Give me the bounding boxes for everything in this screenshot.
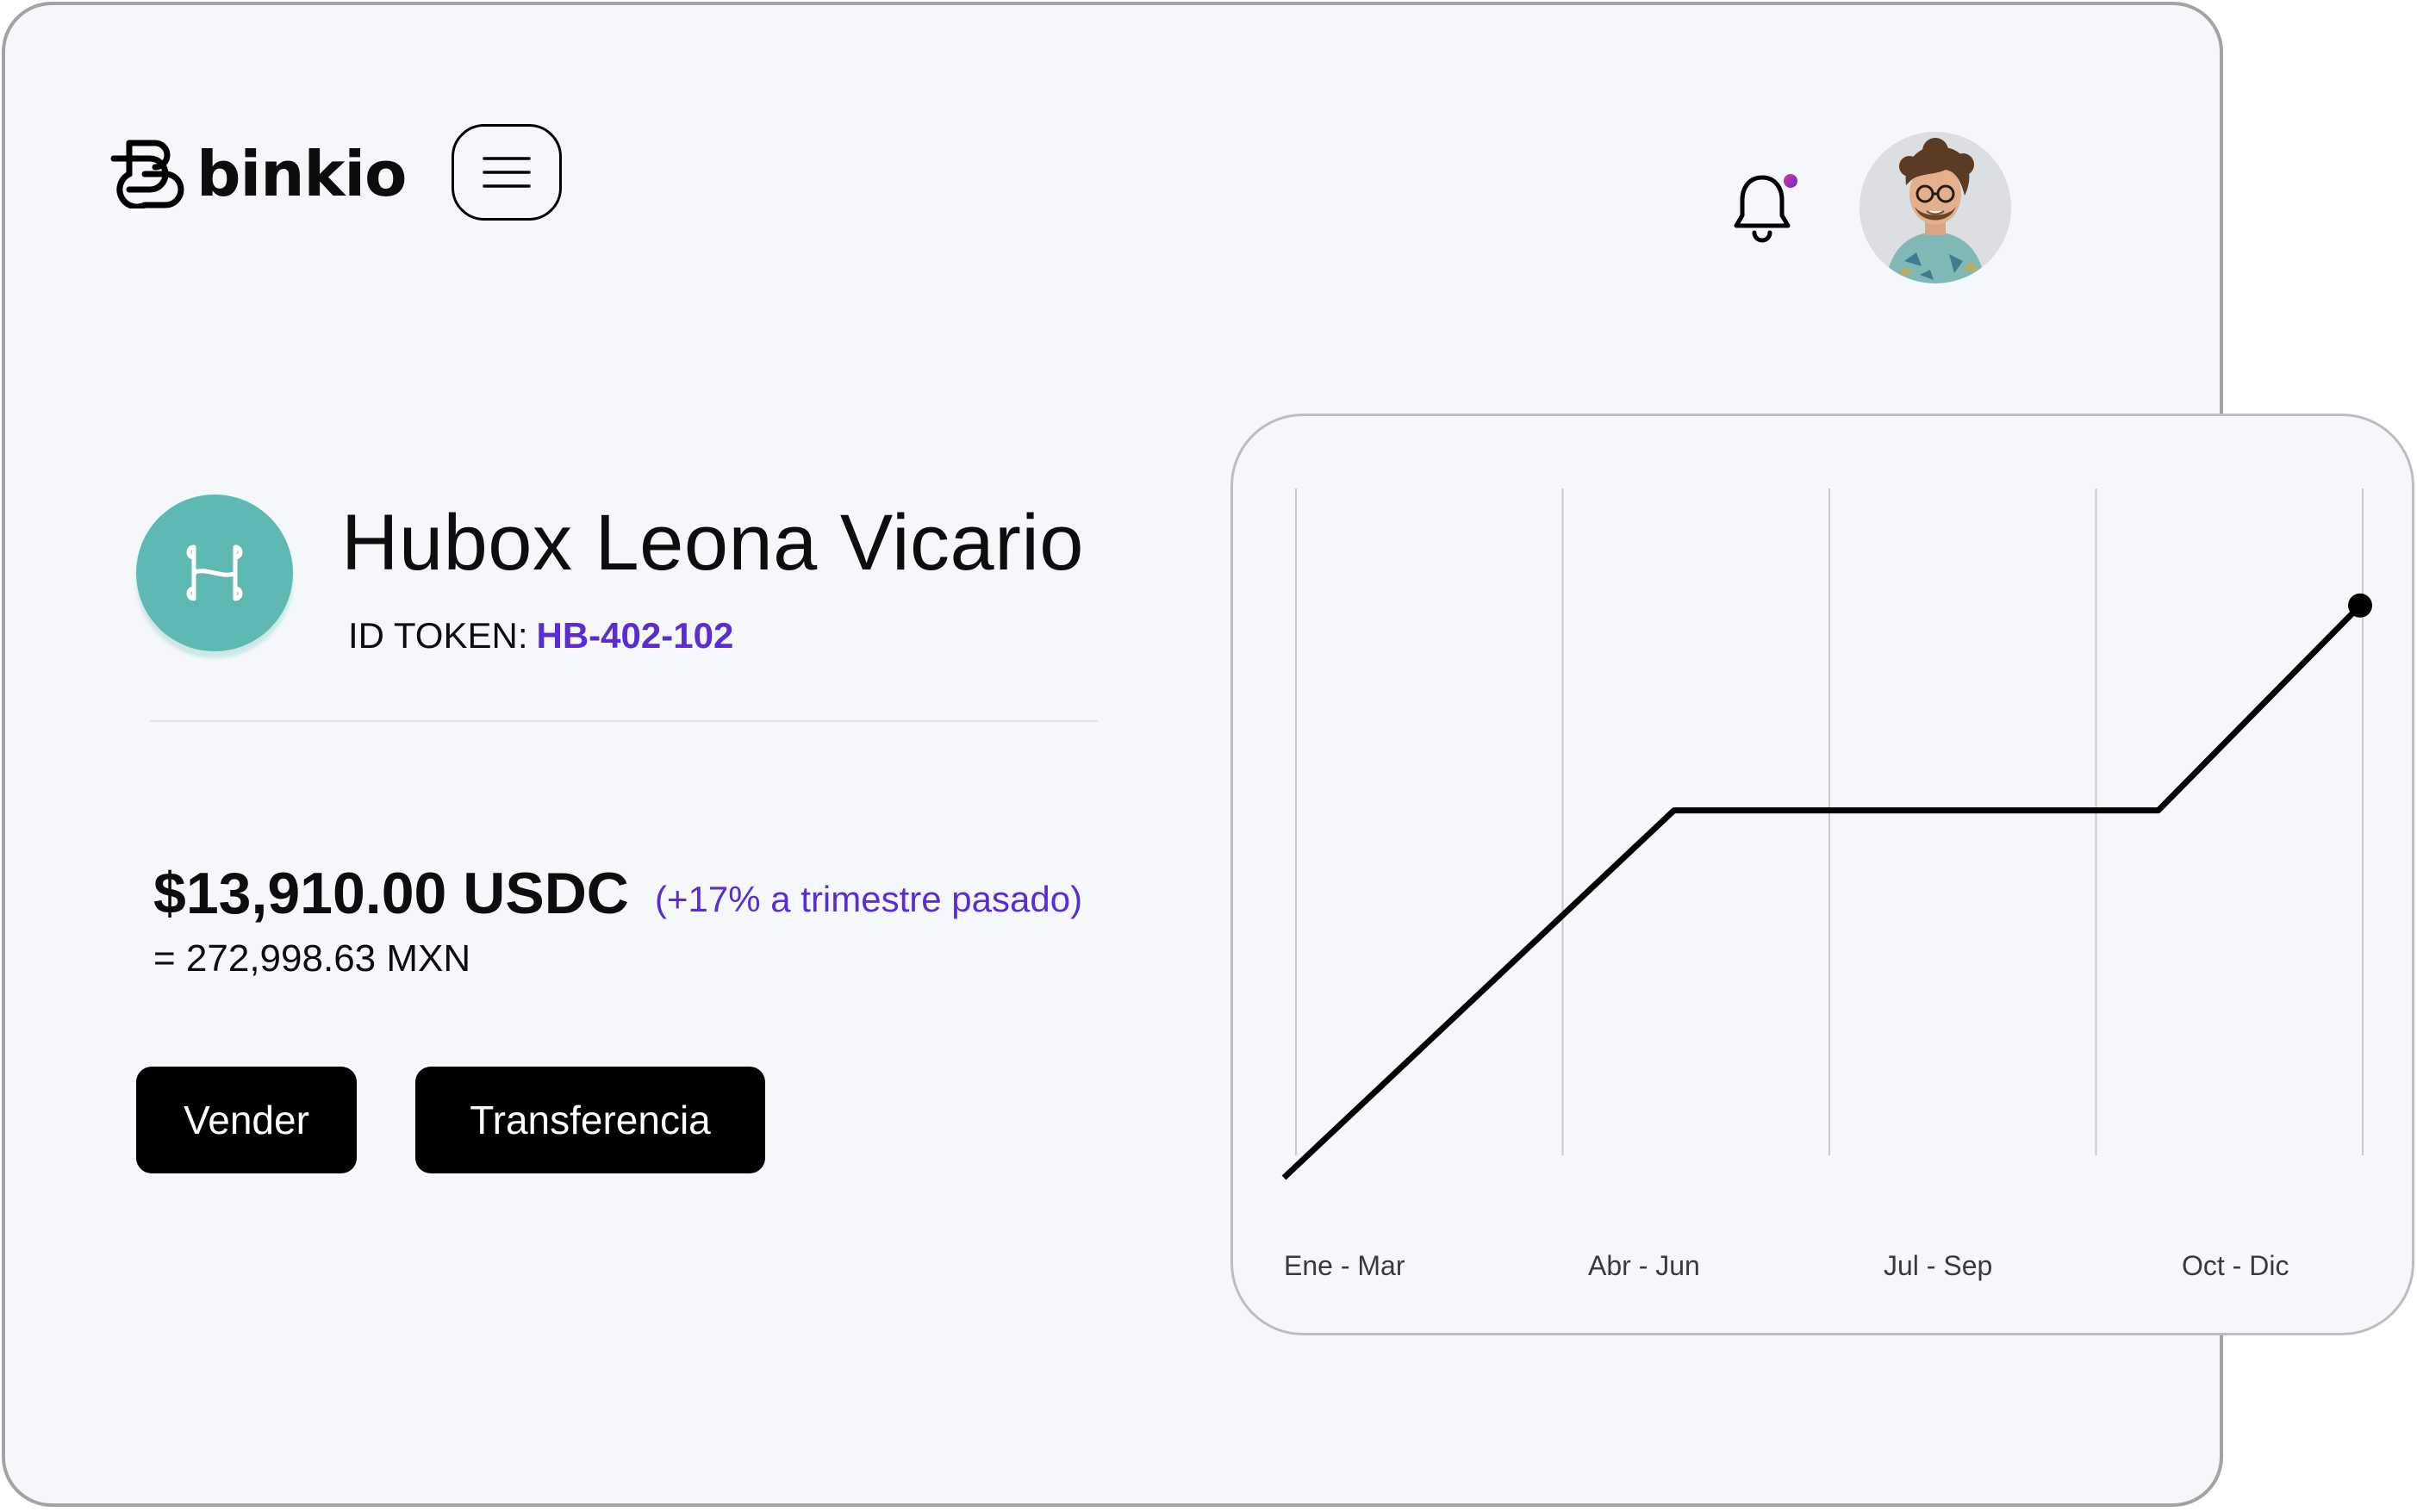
divider [150,720,1098,722]
menu-button[interactable] [452,124,562,221]
sell-button[interactable]: Vender [136,1067,357,1173]
chart-card: Ene - Mar Abr - Jun Jul - Sep Oct - Dic [1230,414,2414,1335]
series-line [1281,603,2363,1180]
token-id-label: ID TOKEN: [348,615,528,656]
transfer-button[interactable]: Transferencia [415,1067,765,1173]
x-tick-label: Abr - Jun [1588,1250,1700,1281]
binkio-logo-icon [110,140,184,208]
x-tick-label: Jul - Sep [1884,1250,1992,1281]
user-avatar[interactable] [1859,132,2011,283]
brand-name: binkio [196,138,408,210]
token-id-value: HB-402-102 [536,615,734,656]
notification-dot [1784,174,1797,188]
x-tick-label: Oct - Dic [2182,1250,2289,1281]
user-photo [1859,132,2011,283]
brand-logo[interactable]: binkio [110,138,408,210]
balance-change: (+17% a trimestre pasado) [655,879,1083,919]
balance-usdc: $13,910.00 USDC [153,861,629,926]
asset-title: Hubox Leona Vicario [341,499,1084,587]
performance-chart: Ene - Mar Abr - Jun Jul - Sep Oct - Dic [1281,488,2372,1281]
x-tick-label: Ene - Mar [1284,1250,1405,1281]
hubox-logo-icon [186,544,243,601]
hamburger-menu-icon [483,157,531,188]
balance-mxn: = 272,998.63 MXN [153,937,471,980]
end-point [2348,593,2372,618]
token-avatar [136,495,293,651]
token-id: ID TOKEN: HB-402-102 [348,615,733,656]
